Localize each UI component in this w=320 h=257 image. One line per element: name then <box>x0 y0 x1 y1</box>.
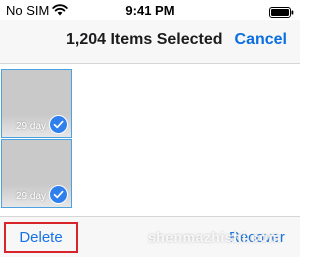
battery-icon <box>269 5 294 18</box>
checkmark-circle-icon <box>49 115 68 134</box>
page-title: 1,204 Items Selected <box>66 31 223 48</box>
days-remaining-label: 29 day <box>16 121 47 132</box>
recover-button[interactable]: Recover <box>229 229 285 246</box>
status-bar: No SIM 9:41 PM <box>0 0 300 20</box>
cancel-button[interactable]: Cancel <box>235 31 287 49</box>
photo-thumbnail[interactable]: 29 day <box>1 139 72 208</box>
delete-button[interactable]: Delete <box>4 222 78 253</box>
photo-thumbnail[interactable]: 29 day <box>1 69 72 138</box>
recently-deleted-grid: 29 day 29 day <box>0 65 300 215</box>
checkmark-circle-icon <box>49 185 68 204</box>
clock: 9:41 PM <box>125 3 175 18</box>
days-remaining-label: 29 day <box>16 191 47 202</box>
navigation-bar: 1,204 Items Selected Cancel <box>0 20 300 64</box>
bottom-toolbar: Delete Recover shenmazhishi.com <box>0 216 300 257</box>
